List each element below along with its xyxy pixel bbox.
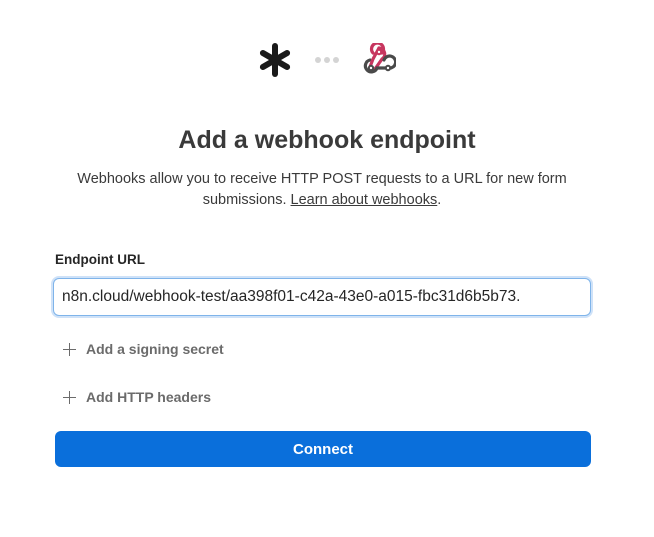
webhook-icon [359,40,399,80]
add-signing-secret-label: Add a signing secret [86,341,224,357]
description-suffix: . [437,192,442,208]
connector-dots [315,57,339,63]
add-signing-secret-button[interactable]: Add a signing secret [63,338,224,360]
endpoint-url-label: Endpoint URL [55,252,145,267]
add-http-headers-button[interactable]: Add HTTP headers [63,386,211,408]
learn-webhooks-link[interactable]: Learn about webhooks [291,192,438,208]
connect-button[interactable]: Connect [55,431,591,467]
asterisk-icon [255,40,295,80]
add-http-headers-label: Add HTTP headers [86,389,211,405]
integration-icons [0,40,654,80]
page-title: Add a webhook endpoint [178,126,476,154]
endpoint-url-field [53,278,591,316]
plus-icon [63,342,76,356]
plus-icon [63,390,76,404]
description: Webhooks allow you to receive HTTP POST … [62,169,582,211]
endpoint-url-input[interactable] [54,279,590,315]
